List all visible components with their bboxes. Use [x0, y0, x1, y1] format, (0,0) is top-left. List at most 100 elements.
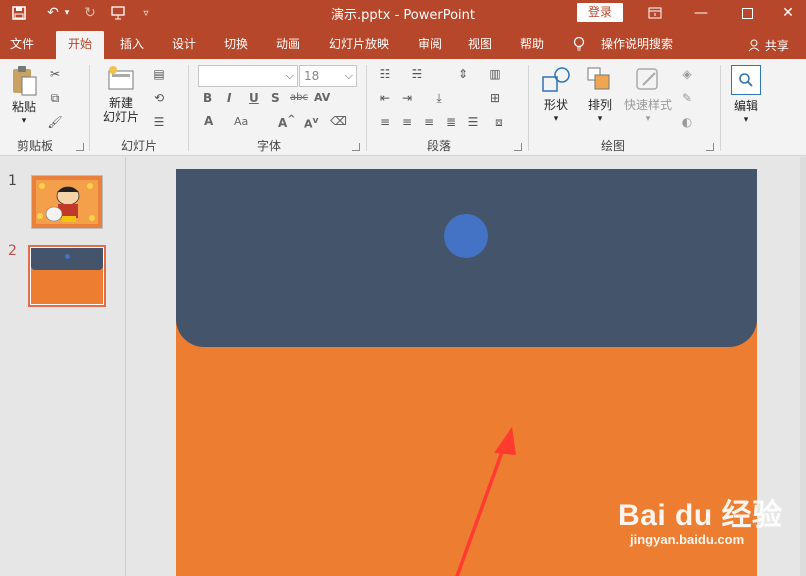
layout-icon[interactable]: ▤: [150, 66, 168, 82]
tab-file[interactable]: 文件: [2, 31, 42, 59]
ribbon-tabs: 文件 开始 插入 设计 切换 动画 幻灯片放映 审阅 视图 帮助 操作说明搜索 …: [0, 26, 806, 59]
drawing-group-label: 绘图: [600, 139, 625, 153]
shapes-icon: [542, 67, 570, 92]
arrange-label: 排列: [587, 98, 612, 112]
minimize-icon[interactable]: —: [678, 0, 724, 26]
maximize-icon[interactable]: [724, 0, 770, 26]
align-left-icon[interactable]: ≡: [376, 114, 394, 130]
shape-effects-icon[interactable]: ◐: [678, 114, 696, 130]
character-spacing-icon[interactable]: AV: [314, 91, 330, 104]
tab-home[interactable]: 开始: [56, 31, 104, 59]
arrange-button[interactable]: 排列 ▾: [580, 65, 620, 126]
tab-view[interactable]: 视图: [458, 31, 502, 59]
justify-icon[interactable]: ≣: [442, 114, 460, 130]
numbering-icon[interactable]: ☵: [408, 66, 426, 82]
clipboard-icon: [13, 66, 37, 96]
start-from-beginning-icon[interactable]: [108, 3, 130, 23]
separator: [366, 65, 367, 151]
increase-font-size-icon[interactable]: A^: [278, 114, 296, 130]
font-color-icon[interactable]: A: [204, 114, 213, 128]
strikethrough-icon[interactable]: abc: [290, 92, 308, 103]
ribbon-display-options-icon[interactable]: [632, 0, 678, 26]
thumbnail-dot: [65, 254, 70, 259]
vertical-scrollbar[interactable]: [800, 157, 806, 576]
line-spacing-icon[interactable]: ⇕: [454, 66, 472, 82]
new-slide-icon: [108, 66, 134, 90]
underline-icon[interactable]: U: [249, 91, 259, 105]
editing-button[interactable]: 编辑 ▾: [728, 65, 764, 127]
cut-icon[interactable]: ✂: [46, 66, 64, 82]
decrease-font-size-icon[interactable]: Av: [304, 115, 318, 131]
chevron-down-icon: ⌵: [344, 69, 353, 82]
format-painter-icon[interactable]: 🖌: [46, 114, 64, 130]
quick-styles-icon: [636, 68, 658, 90]
tab-animations[interactable]: 动画: [266, 31, 310, 59]
separator: [528, 65, 529, 151]
align-right-icon[interactable]: ≡: [420, 114, 438, 130]
new-slide-label: 新建: [108, 96, 133, 110]
magnifier-icon: [731, 65, 761, 95]
share-button[interactable]: 共享: [748, 37, 789, 54]
smartart-icon[interactable]: ⧈: [490, 114, 508, 130]
increase-indent-icon[interactable]: ⇥: [398, 90, 416, 106]
italic-icon[interactable]: I: [227, 91, 231, 105]
undo-icon[interactable]: ↶: [42, 3, 64, 23]
shape-outline-icon[interactable]: ✎: [678, 90, 696, 106]
change-case-icon[interactable]: Aa: [234, 115, 248, 128]
align-center-icon[interactable]: ≡: [398, 114, 416, 130]
tab-design[interactable]: 设计: [162, 31, 206, 59]
copy-icon[interactable]: ⧉: [46, 90, 64, 106]
slide-thumbnail-1[interactable]: [31, 175, 103, 229]
tab-insert[interactable]: 插入: [110, 31, 154, 59]
columns-icon[interactable]: ▥: [486, 66, 504, 82]
shape-fill-icon[interactable]: ◈: [678, 66, 696, 82]
thumbnail-band: [31, 248, 103, 270]
watermark-url: jingyan.baidu.com: [630, 532, 745, 547]
shapes-button[interactable]: 形状 ▾: [536, 65, 576, 126]
chevron-down-icon: ▾: [645, 114, 651, 124]
close-icon[interactable]: ✕: [765, 0, 806, 26]
clipboard-group-label: 剪贴板: [16, 139, 53, 153]
clipboard-launcher-icon[interactable]: [76, 143, 84, 151]
slide-thumbnail-2[interactable]: [28, 245, 106, 307]
font-name-input[interactable]: ⌵: [198, 65, 298, 87]
cartoon-image: [32, 176, 102, 228]
tab-transitions[interactable]: 切换: [214, 31, 258, 59]
separator: [720, 65, 721, 151]
slide-number-2: 2: [8, 243, 17, 259]
tell-me-search[interactable]: 操作说明搜索: [592, 31, 682, 59]
paste-button[interactable]: 粘贴 ▾: [6, 65, 42, 128]
person-icon: [748, 39, 760, 52]
redo-icon[interactable]: ↻: [80, 3, 100, 23]
slide-number-1: 1: [8, 173, 17, 189]
paste-dropdown-icon[interactable]: ▾: [6, 114, 42, 128]
distributed-icon[interactable]: ☰: [464, 114, 482, 130]
watermark-brand: Bai du 经验: [618, 499, 783, 532]
paste-label: 粘贴: [11, 100, 36, 114]
decrease-indent-icon[interactable]: ⇤: [376, 90, 394, 106]
text-direction-icon[interactable]: ⤓: [430, 90, 448, 106]
undo-dropdown-icon[interactable]: ▾: [62, 3, 72, 23]
editing-label: 编辑: [733, 99, 758, 113]
font-launcher-icon[interactable]: [352, 143, 360, 151]
clear-formatting-icon[interactable]: ⌫: [330, 114, 347, 128]
text-shadow-icon[interactable]: S: [271, 91, 280, 105]
drawing-launcher-icon[interactable]: [706, 143, 714, 151]
quick-styles-button[interactable]: 快速样式 ▾: [620, 65, 676, 126]
font-size-input[interactable]: 18 ⌵: [299, 65, 357, 87]
login-button[interactable]: 登录: [577, 3, 623, 22]
align-text-icon[interactable]: ⊞: [486, 90, 504, 106]
tab-help[interactable]: 帮助: [510, 31, 554, 59]
save-icon[interactable]: [8, 3, 30, 23]
bold-icon[interactable]: B: [203, 91, 212, 105]
customize-toolbar-icon[interactable]: ▿: [138, 3, 154, 23]
quick-styles-label: 快速样式: [623, 98, 672, 112]
tab-review[interactable]: 审阅: [408, 31, 452, 59]
new-slide-button[interactable]: 新建 幻灯片: [96, 65, 146, 124]
paragraph-launcher-icon[interactable]: [514, 143, 522, 151]
bullets-icon[interactable]: ☷: [376, 66, 394, 82]
section-icon[interactable]: ☰: [150, 114, 168, 130]
reset-icon[interactable]: ⟲: [150, 90, 168, 106]
separator: [188, 65, 189, 151]
tab-slideshow[interactable]: 幻灯片放映: [318, 31, 400, 59]
